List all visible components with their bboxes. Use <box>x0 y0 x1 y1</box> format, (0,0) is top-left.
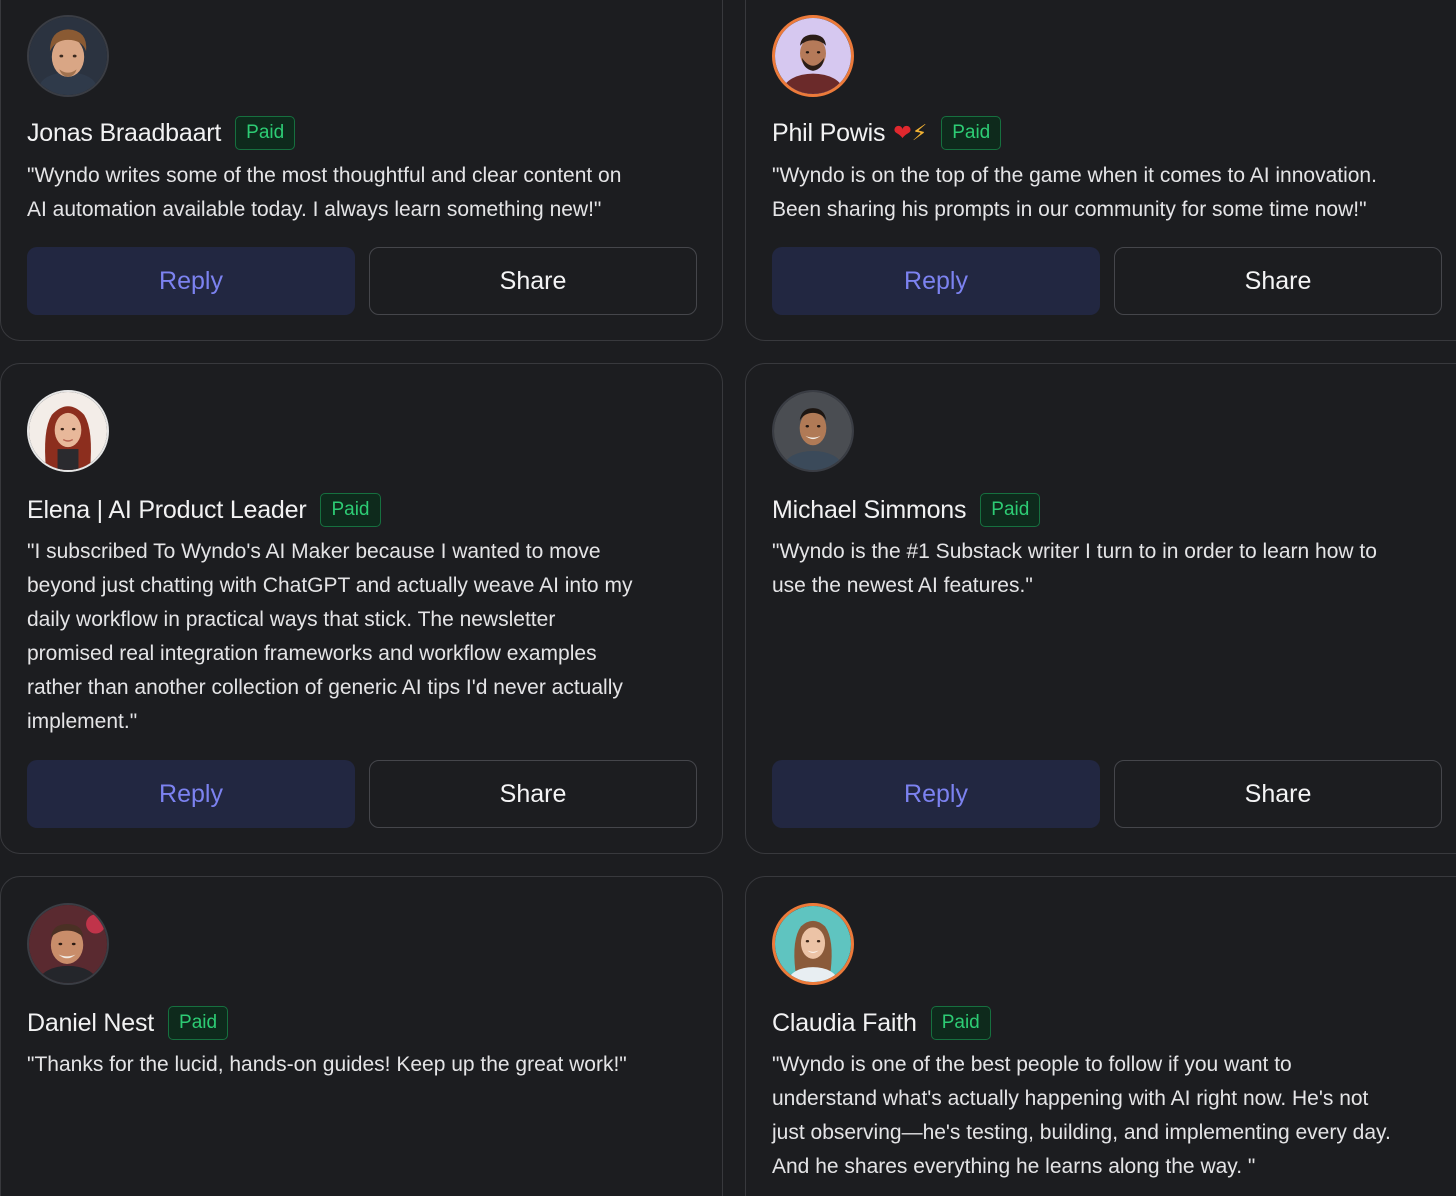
author-name[interactable]: Michael Simmons <box>772 496 966 525</box>
share-button[interactable]: Share <box>1114 247 1442 315</box>
paid-badge: Paid <box>168 1006 229 1040</box>
testimonial-quote: "Wyndo is on the top of the game when it… <box>772 164 1377 221</box>
author-name[interactable]: Phil Powis <box>772 119 886 148</box>
reply-button[interactable]: Reply <box>27 760 355 828</box>
heart-bolt-emoji: ❤⚡ <box>893 120 928 146</box>
testimonial-quote: "Wyndo is the #1 Substack writer I turn … <box>772 540 1377 597</box>
paid-badge: Paid <box>941 116 1002 150</box>
avatar-photo <box>29 392 107 470</box>
avatar[interactable] <box>772 15 854 97</box>
testimonial-card: Jonas Braadbaart Paid "Wyndo writes some… <box>0 0 723 341</box>
testimonial-card: Michael Simmons Paid "Wyndo is the #1 Su… <box>745 363 1456 854</box>
avatar[interactable] <box>772 390 854 472</box>
testimonial-quote: "I subscribed To Wyndo's AI Maker becaus… <box>27 540 633 733</box>
author-row: Claudia Faith Paid <box>772 1003 991 1043</box>
testimonial-card: Daniel Nest Paid "Thanks for the lucid, … <box>0 876 723 1196</box>
reply-button[interactable]: Reply <box>27 247 355 315</box>
share-button[interactable]: Share <box>369 760 697 828</box>
testimonial-card: Claudia Faith Paid "Wyndo is one of the … <box>745 876 1456 1196</box>
author-row: Elena | AI Product Leader Paid <box>27 490 381 530</box>
avatar-photo <box>29 905 107 983</box>
paid-badge: Paid <box>235 116 296 150</box>
testimonial-card: Phil Powis ❤⚡ Paid "Wyndo is on the top … <box>745 0 1456 341</box>
author-row: Michael Simmons Paid <box>772 490 1041 530</box>
avatar-photo <box>774 392 852 470</box>
testimonial-quote: "Thanks for the lucid, hands-on guides! … <box>27 1053 627 1076</box>
avatar[interactable] <box>27 390 109 472</box>
author-name[interactable]: Elena | AI Product Leader <box>27 496 307 525</box>
paid-badge: Paid <box>320 493 381 527</box>
paid-badge: Paid <box>930 1006 991 1040</box>
share-button[interactable]: Share <box>1114 760 1442 828</box>
avatar[interactable] <box>772 903 854 985</box>
avatar-photo <box>29 17 107 95</box>
author-row: Phil Powis ❤⚡ Paid <box>772 113 1002 153</box>
author-name[interactable]: Daniel Nest <box>27 1009 154 1038</box>
testimonial-quote: "Wyndo is one of the best people to foll… <box>772 1053 1391 1178</box>
reply-button[interactable]: Reply <box>772 760 1100 828</box>
author-row: Jonas Braadbaart Paid <box>27 113 296 153</box>
share-button[interactable]: Share <box>369 247 697 315</box>
avatar-photo <box>775 18 851 94</box>
author-name[interactable]: Claudia Faith <box>772 1009 917 1038</box>
avatar[interactable] <box>27 15 109 97</box>
avatar-photo <box>775 906 851 982</box>
testimonial-card: Elena | AI Product Leader Paid "I subscr… <box>0 363 723 854</box>
author-row: Daniel Nest Paid <box>27 1003 229 1043</box>
avatar[interactable] <box>27 903 109 985</box>
paid-badge: Paid <box>980 493 1041 527</box>
testimonial-quote: "Wyndo writes some of the most thoughtfu… <box>27 164 622 221</box>
reply-button[interactable]: Reply <box>772 247 1100 315</box>
author-name[interactable]: Jonas Braadbaart <box>27 119 221 148</box>
